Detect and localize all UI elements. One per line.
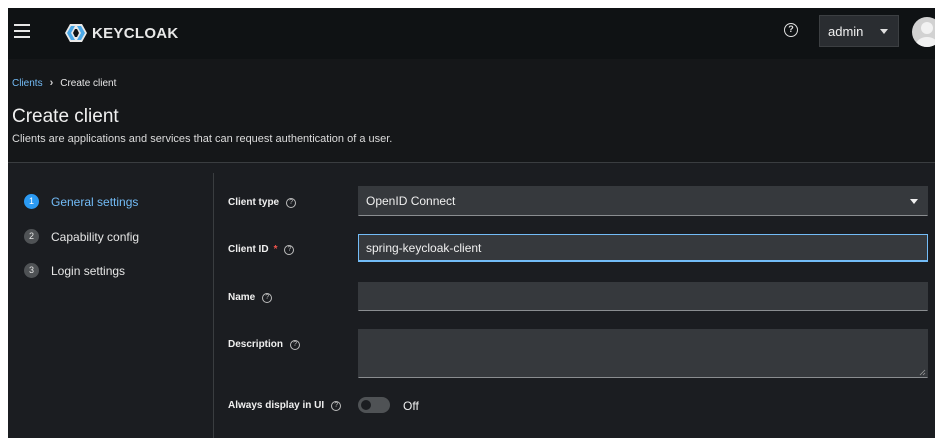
wizard-step-capability-config[interactable]: 2 Capability config bbox=[24, 229, 139, 244]
always-display-label: Always display in UI ? bbox=[228, 400, 342, 411]
client-type-value: OpenID Connect bbox=[366, 194, 456, 208]
description-label-text: Description bbox=[228, 339, 284, 350]
client-type-select[interactable]: OpenID Connect bbox=[358, 186, 928, 216]
help-icon[interactable]: ? bbox=[262, 292, 273, 303]
step-label: Capability config bbox=[51, 229, 140, 244]
name-label: Name ? bbox=[228, 292, 273, 303]
help-icon[interactable]: ? bbox=[286, 197, 297, 208]
user-avatar-icon[interactable] bbox=[912, 17, 935, 47]
step-label: Login settings bbox=[51, 263, 126, 278]
client-id-input[interactable]: spring-keycloak-client bbox=[358, 234, 928, 262]
help-icon[interactable]: ? bbox=[784, 23, 798, 37]
breadcrumb-separator-icon: › bbox=[49, 77, 54, 89]
client-type-label: Client type ? bbox=[228, 197, 297, 208]
step-number: 2 bbox=[24, 229, 39, 244]
page-description: Clients are applications and services th… bbox=[12, 133, 393, 145]
user-dropdown[interactable]: admin bbox=[819, 15, 899, 47]
page-title: Create client bbox=[12, 106, 119, 127]
page-header: Clients › Create client Create client Cl… bbox=[8, 59, 935, 163]
hamburger-menu-icon[interactable] bbox=[14, 24, 30, 38]
required-marker: * bbox=[273, 244, 278, 255]
toggle-knob bbox=[361, 400, 371, 410]
keycloak-logo-icon bbox=[65, 24, 87, 42]
brand-name: KEYCLOAK bbox=[92, 24, 179, 42]
client-type-label-text: Client type bbox=[228, 197, 280, 208]
resize-grip-icon[interactable] bbox=[919, 369, 926, 376]
wizard-nav: 1 General settings 2 Capability config 3… bbox=[8, 164, 213, 438]
chevron-down-icon bbox=[880, 29, 888, 34]
breadcrumb-clients-link[interactable]: Clients bbox=[12, 78, 43, 89]
user-name: admin bbox=[828, 23, 864, 39]
client-id-label-text: Client ID bbox=[228, 244, 269, 255]
wizard-step-login-settings[interactable]: 3 Login settings bbox=[24, 263, 125, 278]
masthead: KEYCLOAK ? admin bbox=[8, 8, 935, 59]
step-number: 1 bbox=[24, 194, 39, 209]
client-id-value: spring-keycloak-client bbox=[366, 240, 482, 255]
client-id-label: Client ID * ? bbox=[228, 244, 295, 255]
name-input[interactable] bbox=[358, 282, 928, 311]
wizard-divider bbox=[213, 173, 214, 438]
always-display-toggle[interactable] bbox=[358, 397, 390, 413]
help-icon[interactable]: ? bbox=[331, 400, 342, 411]
toggle-state-label: Off bbox=[403, 399, 419, 413]
name-label-text: Name bbox=[228, 292, 256, 303]
breadcrumb-current: Create client bbox=[60, 77, 117, 89]
help-icon[interactable]: ? bbox=[290, 339, 301, 350]
step-number: 3 bbox=[24, 263, 39, 278]
app-frame: KEYCLOAK ? admin Clients › Create client… bbox=[8, 8, 935, 438]
wizard-step-general-settings[interactable]: 1 General settings bbox=[24, 194, 138, 209]
help-icon[interactable]: ? bbox=[284, 244, 295, 255]
description-label: Description ? bbox=[228, 339, 301, 350]
keycloak-logo[interactable]: KEYCLOAK bbox=[61, 21, 179, 45]
step-label: General settings bbox=[51, 194, 139, 209]
description-textarea[interactable] bbox=[358, 329, 928, 378]
always-display-label-text: Always display in UI bbox=[228, 400, 325, 411]
breadcrumb: Clients › Create client bbox=[12, 77, 116, 89]
chevron-down-icon bbox=[910, 199, 918, 204]
